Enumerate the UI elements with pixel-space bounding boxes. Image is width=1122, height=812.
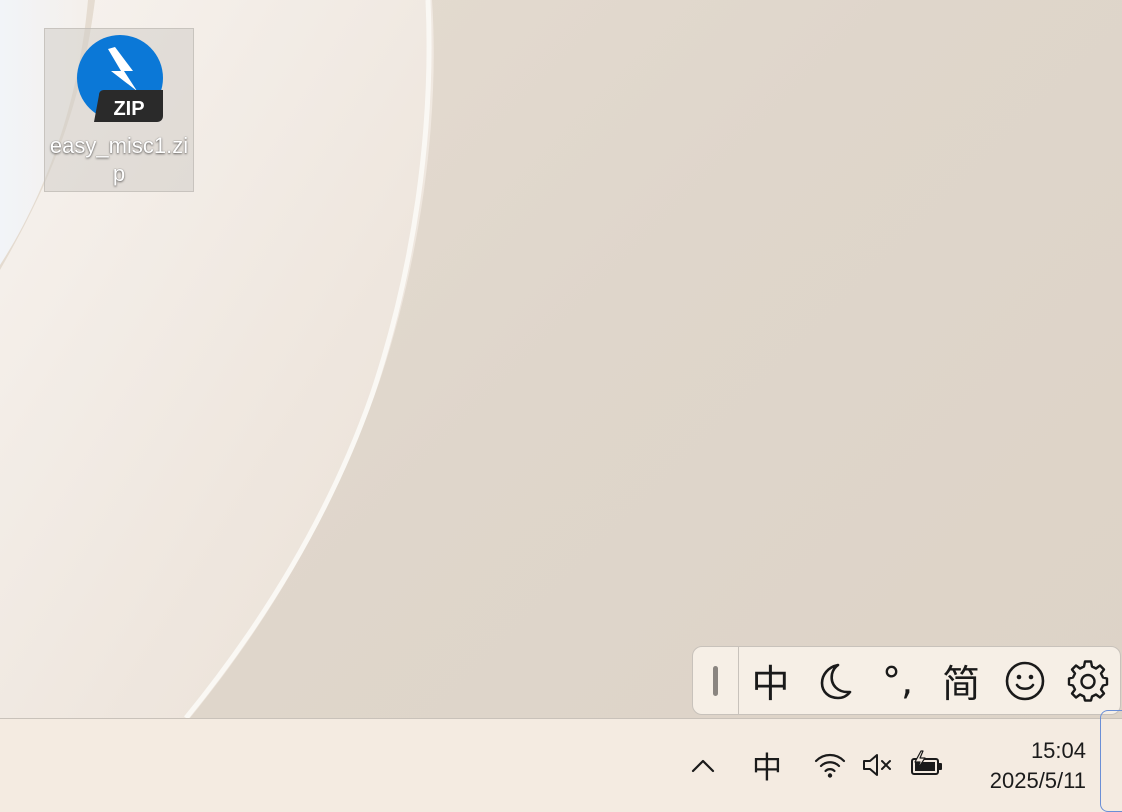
taskbar-clock[interactable]: 15:04 2025/5/11 — [990, 736, 1086, 796]
clock-date: 2025/5/11 — [989, 768, 1086, 793]
ime-mode-label: 中 — [751, 662, 790, 706]
zip-archive-icon: ZIP — [77, 35, 163, 122]
ime-fullwidth-button[interactable] — [802, 647, 866, 714]
chevron-up-icon — [691, 759, 715, 773]
battery-charging-icon — [911, 750, 942, 775]
smiley-icon — [1005, 661, 1044, 700]
ime-emoji-button[interactable] — [993, 647, 1057, 714]
ime-script-button[interactable]: 简 — [929, 647, 993, 714]
desktop-icon-label: easy_misc1.zip — [49, 133, 189, 186]
notification-edge-handle[interactable] — [1100, 710, 1122, 812]
network-button[interactable] — [812, 745, 848, 785]
volume-button[interactable] — [860, 745, 896, 785]
clock-time: 15:04 — [1030, 738, 1086, 763]
show-hidden-icons-button[interactable] — [686, 745, 720, 785]
ime-mode-button[interactable]: 中 — [739, 647, 803, 714]
ime-punctuation-button[interactable]: °, — [866, 647, 930, 714]
moon-icon — [820, 663, 852, 699]
gear-icon — [1067, 659, 1109, 702]
speaker-muted-icon — [863, 754, 891, 776]
taskbar: 中 15:04 2025/5/11 — [0, 718, 1122, 812]
desktop-file-easy-misc1-zip[interactable]: ZIP easy_misc1.zip — [44, 28, 194, 192]
tray-ime-label: 中 — [752, 751, 782, 786]
ime-settings-button[interactable] — [1056, 647, 1120, 714]
wifi-icon — [814, 753, 846, 778]
ime-script-label: 简 — [942, 662, 981, 706]
zip-badge-text: ZIP — [113, 98, 144, 120]
grip-handle-icon[interactable] — [693, 647, 739, 714]
battery-button[interactable] — [908, 745, 946, 785]
ime-punctuation-label: °, — [882, 658, 914, 703]
ime-toolbar: 中 °, 简 — [692, 646, 1121, 715]
tray-ime-indicator[interactable]: 中 — [748, 745, 786, 786]
